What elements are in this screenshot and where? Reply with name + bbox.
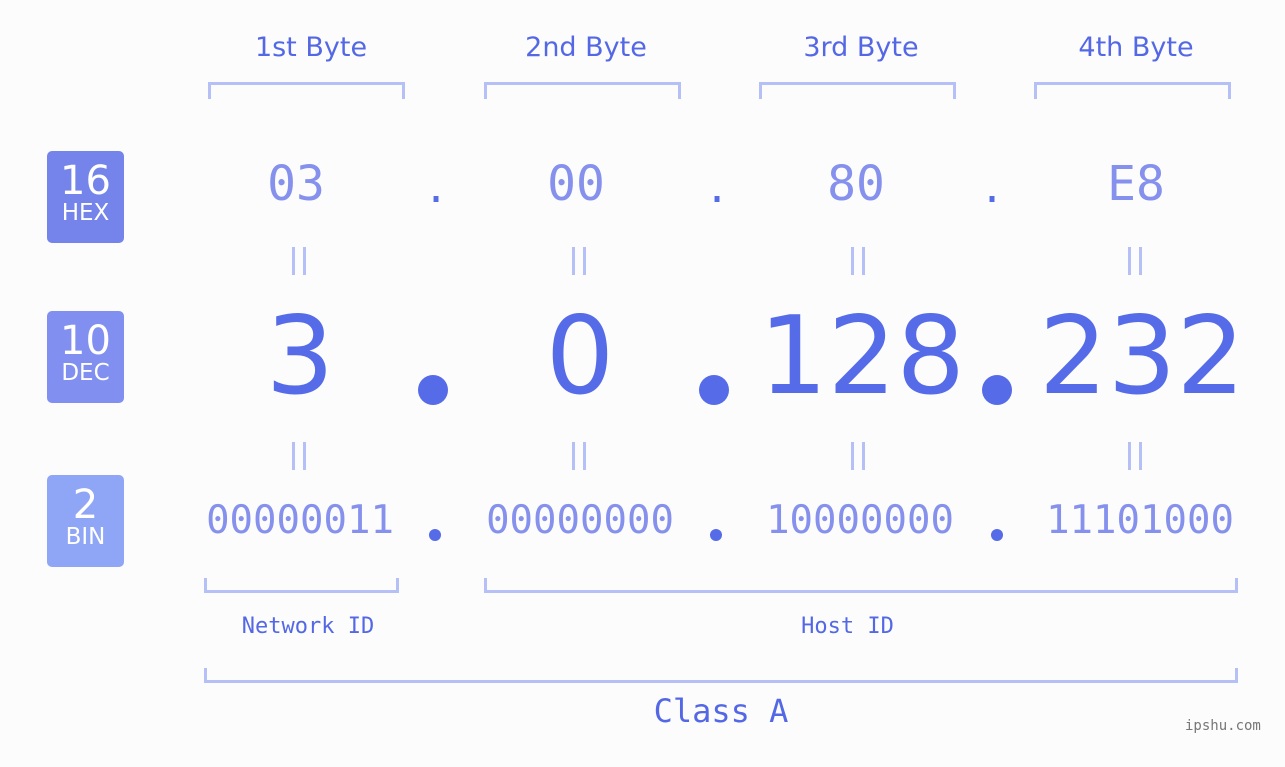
network-id-bracket <box>204 578 399 593</box>
bin-separator-1 <box>429 529 441 541</box>
host-id-bracket <box>484 578 1238 593</box>
dec-separator-3 <box>982 375 1012 405</box>
equals-icon <box>1128 247 1142 275</box>
equals-icon <box>572 247 586 275</box>
host-id-label: Host ID <box>801 614 894 639</box>
byte-header-4: 4th Byte <box>1078 32 1194 63</box>
bin-octet-3: 10000000 <box>766 498 954 543</box>
equals-icon <box>851 247 865 275</box>
equals-icon <box>292 442 306 470</box>
equals-icon <box>1128 442 1142 470</box>
network-id-label: Network ID <box>241 614 375 639</box>
byte-header-2: 2nd Byte <box>525 32 647 63</box>
byte-bracket-1 <box>208 82 405 99</box>
byte-bracket-4 <box>1034 82 1231 99</box>
hex-separator-1: . <box>424 166 449 212</box>
bin-badge: 2 BIN <box>47 475 124 567</box>
hex-badge-label: HEX <box>61 200 110 226</box>
hex-octet-4: E8 <box>1107 156 1165 212</box>
hex-octet-1: 03 <box>267 156 325 212</box>
bin-octet-1: 00000011 <box>206 498 394 543</box>
bin-separator-3 <box>991 529 1003 541</box>
byte-header-3: 3rd Byte <box>803 32 919 63</box>
equals-icon <box>572 442 586 470</box>
class-bracket <box>204 668 1238 683</box>
hex-octet-2: 00 <box>547 156 605 212</box>
hex-badge-number: 16 <box>60 158 111 204</box>
dec-badge: 10 DEC <box>47 311 124 403</box>
bin-separator-2 <box>710 529 722 541</box>
bin-badge-number: 2 <box>72 482 99 528</box>
dec-octet-1: 3 <box>265 294 335 419</box>
dec-separator-1 <box>418 375 448 405</box>
hex-octet-3: 80 <box>827 156 885 212</box>
byte-bracket-2 <box>484 82 681 99</box>
bin-octet-4: 11101000 <box>1046 498 1234 543</box>
watermark: ipshu.com <box>1185 718 1261 734</box>
bin-badge-label: BIN <box>65 524 106 550</box>
class-label: Class A <box>653 692 789 730</box>
equals-icon <box>851 442 865 470</box>
dec-badge-label: DEC <box>61 360 110 386</box>
dec-separator-2 <box>699 375 729 405</box>
hex-badge: 16 HEX <box>47 151 124 243</box>
hex-separator-3: . <box>980 166 1005 212</box>
dec-badge-number: 10 <box>60 318 111 364</box>
dec-octet-2: 0 <box>545 294 615 419</box>
equals-icon <box>292 247 306 275</box>
bin-octet-2: 00000000 <box>486 498 674 543</box>
byte-bracket-3 <box>759 82 956 99</box>
dec-octet-3: 128 <box>758 294 966 419</box>
byte-header-1: 1st Byte <box>254 32 368 63</box>
dec-octet-4: 232 <box>1038 294 1246 419</box>
hex-separator-2: . <box>705 166 730 212</box>
